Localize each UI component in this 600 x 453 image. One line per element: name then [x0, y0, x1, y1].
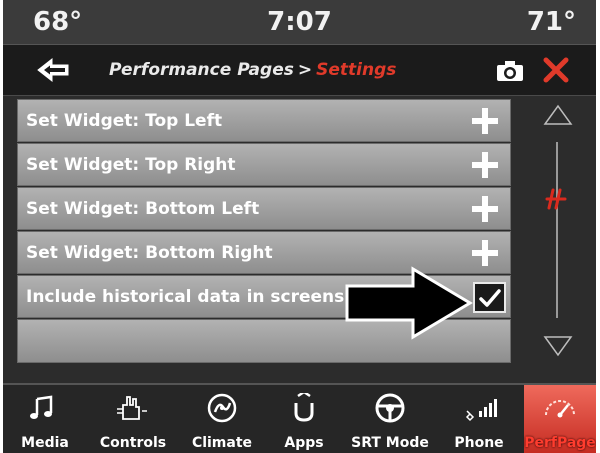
nav-label: Climate [191, 435, 253, 451]
callout-arrow-icon [343, 266, 475, 340]
page-subtitle: Settings [316, 60, 397, 80]
hand-controls-icon [87, 393, 179, 423]
checkmark-icon [479, 289, 501, 307]
setting-label: Set Widget: Top Left [26, 111, 223, 131]
climate-fan-icon [179, 393, 265, 423]
plus-icon[interactable] [472, 152, 498, 178]
setting-label: Set Widget: Bottom Left [26, 199, 260, 219]
setting-row-bottom-left[interactable]: Set Widget: Bottom Left [17, 187, 511, 230]
nav-apps[interactable]: Apps [265, 385, 343, 453]
gauge-icon [524, 393, 596, 423]
uconnect-screen: 68° 7:07 71° Performance Pages > Settings [3, 0, 596, 453]
nav-label: Media [21, 435, 69, 451]
nav-label: Apps [284, 435, 324, 451]
camera-icon[interactable] [496, 60, 524, 82]
nav-media[interactable]: Media [3, 385, 87, 453]
nav-label: Controls [99, 435, 167, 451]
scroll-track[interactable] [556, 142, 558, 318]
nav-controls[interactable]: Controls [87, 385, 179, 453]
plus-icon[interactable] [472, 240, 498, 266]
setting-row-top-left[interactable]: Set Widget: Top Left [17, 99, 511, 142]
srt-logo-icon[interactable] [544, 188, 568, 210]
breadcrumb: Performance Pages > Settings [109, 60, 396, 80]
phone-signal-icon [437, 393, 521, 423]
passenger-temperature[interactable]: 71° [527, 7, 576, 37]
title-bar: Performance Pages > Settings [3, 44, 596, 96]
scroll-down-icon[interactable] [543, 334, 573, 358]
nav-label: Phone [454, 435, 504, 451]
setting-label: Set Widget: Bottom Right [26, 243, 273, 263]
back-arrow-icon[interactable] [35, 57, 79, 83]
setting-label: Include historical data in screenshot [26, 287, 377, 307]
nav-phone[interactable]: Phone [437, 385, 521, 453]
nav-label: SRT Mode [351, 435, 429, 451]
plus-icon[interactable] [472, 108, 498, 134]
clock: 7:07 [267, 7, 332, 37]
plus-icon[interactable] [472, 196, 498, 222]
close-icon[interactable] [543, 57, 569, 83]
breadcrumb-separator: > [297, 60, 313, 80]
nav-srt-mode[interactable]: SRT Mode [343, 385, 437, 453]
scroll-up-icon[interactable] [543, 103, 573, 127]
setting-row-top-right[interactable]: Set Widget: Top Right [17, 143, 511, 186]
apps-icon [265, 390, 343, 423]
music-note-icon [3, 393, 87, 423]
historical-data-checkbox[interactable] [473, 282, 506, 313]
status-bar: 68° 7:07 71° [3, 0, 596, 44]
page-title: Performance Pages [109, 60, 294, 80]
nav-climate[interactable]: Climate [179, 385, 265, 453]
nav-label: PerfPage [524, 435, 596, 451]
bottom-nav: Media Controls Climate Apps SRT Mode Pho… [3, 383, 596, 453]
setting-label: Set Widget: Top Right [26, 155, 236, 175]
steering-wheel-icon [343, 393, 437, 423]
nav-perfpage[interactable]: PerfPage [524, 385, 596, 453]
